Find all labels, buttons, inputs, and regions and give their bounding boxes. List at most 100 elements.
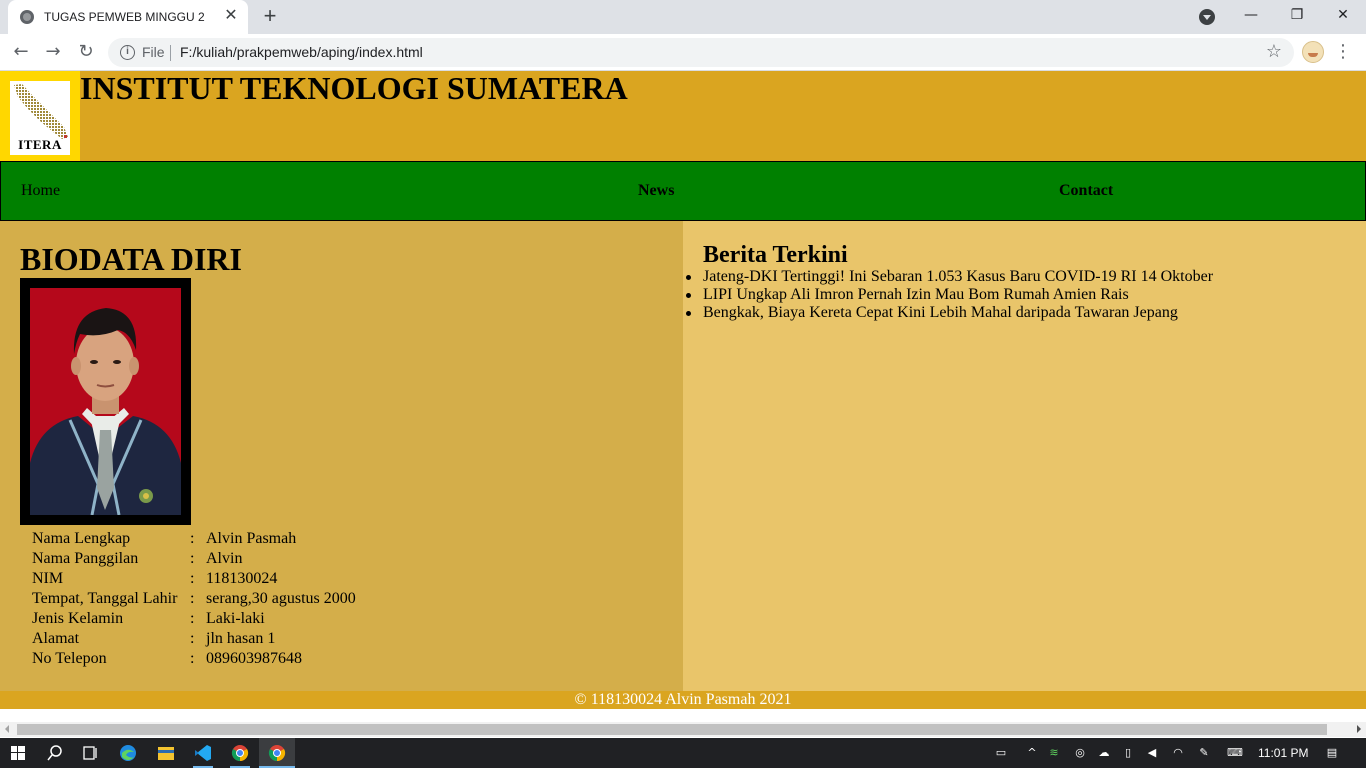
- bio-label: NIM: [32, 570, 64, 587]
- windows-taskbar: ▭ ^ ≋ ◎ ☁ ▯ ◀ ◠ ✎ ⌨ 11:01 PM ▤: [0, 738, 1366, 768]
- site-header: ITERA INSTITUT TEKNOLOGI SUMATERA: [0, 71, 1366, 161]
- globe-icon: [20, 10, 34, 24]
- webcam-icon[interactable]: ◎: [1072, 746, 1088, 760]
- reload-button[interactable]: ↻: [73, 39, 99, 65]
- bio-label: No Telepon: [32, 650, 107, 667]
- bio-label: Alamat: [32, 630, 80, 647]
- bio-label: Nama Lengkap: [32, 530, 131, 547]
- bio-separator: :: [190, 570, 195, 587]
- bio-separator: :: [190, 530, 195, 547]
- bio-value: serang,30 agustus 2000: [206, 590, 356, 607]
- task-view-button[interactable]: [72, 738, 108, 768]
- nav-link-news[interactable]: News: [638, 181, 674, 201]
- bio-separator: :: [190, 590, 195, 607]
- profile-avatar[interactable]: [1302, 41, 1324, 63]
- table-row: Tempat, Tanggal Lahir : serang,30 agustu…: [30, 589, 358, 609]
- tab-search-icon[interactable]: [1199, 9, 1215, 25]
- nav-link-contact[interactable]: Contact: [1059, 181, 1113, 201]
- task-view-icon: [83, 746, 97, 760]
- browser-tab[interactable]: TUGAS PEMWEB MINGGU 2 ✕: [8, 0, 248, 34]
- tab-close-button[interactable]: ✕: [222, 7, 240, 25]
- bookmark-star-icon[interactable]: ☆: [1266, 41, 1282, 62]
- news-item: Jateng-DKI Tertinggi! Ini Sebaran 1.053 …: [685, 268, 1214, 285]
- bio-separator: :: [190, 550, 195, 567]
- vscode-icon: [195, 745, 211, 761]
- scroll-left-icon[interactable]: [5, 725, 9, 733]
- horizontal-scrollbar[interactable]: [0, 722, 1366, 737]
- scheme-label: File: [142, 44, 165, 60]
- url-text[interactable]: F:/kuliah/prakpemweb/aping/index.html: [180, 44, 423, 60]
- edge-taskbar-button[interactable]: [110, 738, 146, 768]
- sumatra-map-icon: [14, 84, 68, 139]
- battery-icon[interactable]: ▯: [1120, 746, 1136, 760]
- file-explorer-taskbar-button[interactable]: [148, 738, 184, 768]
- news-item: LIPI Ungkap Ali Imron Pernah Izin Mau Bo…: [685, 286, 1213, 304]
- bio-value: Alvin Pasmah: [206, 530, 297, 547]
- photo-frame: [20, 278, 191, 525]
- news-heading: Berita Terkini: [703, 242, 848, 268]
- notification-icon[interactable]: ▤: [1324, 746, 1340, 760]
- volume-icon[interactable]: ◀: [1144, 746, 1160, 760]
- bio-label: Jenis Kelamin: [32, 610, 124, 627]
- scrollbar-thumb[interactable]: [17, 724, 1327, 735]
- chrome-icon: [268, 745, 286, 762]
- wifi-icon[interactable]: ◠: [1170, 746, 1186, 760]
- keyboard-icon[interactable]: ▭: [990, 746, 1012, 760]
- address-bar[interactable]: i File F:/kuliah/prakpemweb/aping/index.…: [108, 38, 1294, 67]
- biodata-section: BIODATA DIRI Nama Lengkap: Alvin Pasmah…: [0, 221, 683, 691]
- site-title: INSTITUT TEKNOLOGI SUMATERA: [80, 71, 628, 106]
- itera-logo: ITERA: [0, 71, 80, 161]
- chrome-icon: [231, 745, 249, 762]
- chrome-taskbar-button[interactable]: [222, 738, 258, 768]
- table-row: NIM : 118130024: [30, 569, 358, 589]
- bio-separator: :: [190, 650, 195, 667]
- table-row: No Telepon : 089603987648: [30, 649, 358, 669]
- bio-separator: :: [190, 610, 195, 627]
- pen-icon[interactable]: ✎: [1196, 746, 1212, 760]
- minimize-button[interactable]: —: [1228, 0, 1274, 32]
- bio-value: 089603987648: [206, 650, 302, 667]
- bio-label: Nama Panggilan: [32, 550, 139, 567]
- onedrive-cloud-icon[interactable]: ☁: [1096, 746, 1112, 760]
- table-row: Nama Lengkap : Alvin Pasmah: [30, 529, 358, 549]
- logo-card: ITERA: [10, 81, 70, 155]
- keyboard-layout-icon[interactable]: ⌨: [1224, 746, 1246, 760]
- back-button[interactable]: ←: [8, 39, 34, 65]
- restore-button[interactable]: ❐: [1274, 0, 1320, 32]
- bio-value: Laki-laki: [206, 610, 265, 627]
- sync-icon[interactable]: ≋: [1046, 746, 1062, 760]
- bio-separator: :: [190, 630, 195, 647]
- search-button[interactable]: [36, 738, 72, 768]
- browser-menu-icon[interactable]: ⋮: [1334, 40, 1352, 64]
- start-button[interactable]: [0, 738, 36, 768]
- nav-link-home[interactable]: Home: [21, 181, 60, 201]
- table-row: Nama Panggilan : Alvin: [30, 549, 358, 569]
- news-item: Bengkak, Biaya Kereta Cepat Kini Lebih M…: [685, 304, 1213, 322]
- site-nav: Home News Contact: [0, 161, 1366, 221]
- vscode-taskbar-button[interactable]: [185, 738, 221, 768]
- info-icon[interactable]: i: [120, 45, 135, 60]
- chrome-window-taskbar-button[interactable]: [259, 738, 295, 768]
- close-window-button[interactable]: ✕: [1320, 0, 1366, 32]
- table-row: Alamat : jln hasan 1: [30, 629, 358, 649]
- bio-label: Tempat, Tanggal Lahir: [32, 590, 178, 607]
- forward-button[interactable]: →: [40, 39, 66, 65]
- portrait-image: [30, 288, 181, 515]
- biodata-table: Nama Lengkap : Alvin Pasmah Nama Panggil…: [30, 529, 358, 669]
- new-tab-button[interactable]: +: [258, 5, 282, 29]
- taskbar-clock[interactable]: 11:01 PM: [1258, 746, 1308, 760]
- site-footer: © 118130024 Alvin Pasmah 2021: [0, 691, 1366, 709]
- bio-value: Alvin: [206, 550, 243, 567]
- profile-photo: [30, 288, 181, 515]
- news-list: Jateng-DKI Tertinggi! Ini Sebaran 1.053 …: [685, 268, 1214, 322]
- search-icon: [47, 745, 62, 761]
- biodata-heading: BIODATA DIRI: [20, 241, 242, 277]
- folder-icon: [158, 747, 174, 760]
- bio-value: 118130024: [206, 570, 278, 587]
- news-section: Berita Terkini Jateng-DKI Tertinggi! Ini…: [683, 221, 1366, 691]
- bio-value: jln hasan 1: [206, 630, 276, 647]
- scroll-right-icon[interactable]: [1357, 725, 1361, 733]
- page-viewport: ITERA INSTITUT TEKNOLOGI SUMATERA Home N…: [0, 71, 1366, 721]
- chevron-up-icon[interactable]: ^: [1024, 746, 1040, 760]
- logo-text: ITERA: [18, 137, 62, 152]
